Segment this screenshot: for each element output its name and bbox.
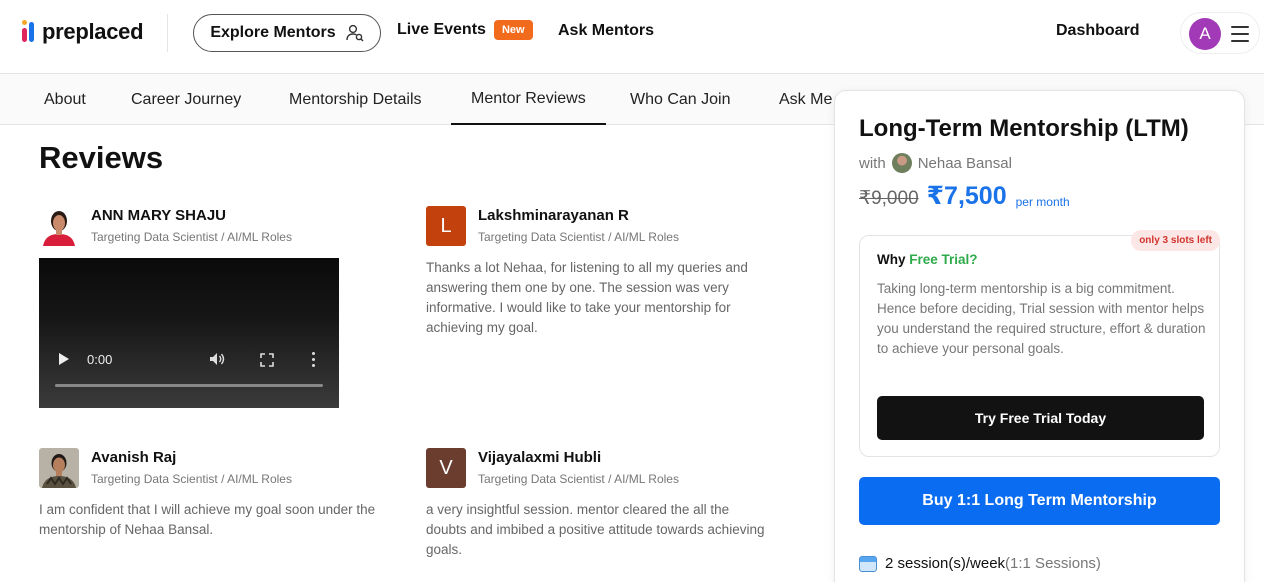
- user-search-icon: [345, 24, 364, 42]
- new-badge: New: [493, 20, 533, 40]
- buy-mentorship-button[interactable]: Buy 1:1 Long Term Mentorship: [859, 477, 1220, 525]
- tab-who-can-join[interactable]: Who Can Join: [610, 74, 751, 125]
- price-period: per month: [1015, 195, 1070, 209]
- hamburger-menu-icon: [1231, 26, 1249, 42]
- reviewer-avatar: L: [426, 206, 466, 246]
- price-row: ₹9,000 ₹7,500 per month: [859, 181, 1070, 211]
- review-text: I am confident that I will achieve my go…: [39, 502, 376, 537]
- review-text: Thanks a lot Nehaa, for listening to all…: [426, 260, 748, 335]
- sessions-info: 2 session(s)/week(1:1 Sessions): [859, 555, 1101, 572]
- reviewer-role: Targeting Data Scientist / AI/ML Roles: [91, 472, 292, 486]
- explore-mentors-button[interactable]: Explore Mentors: [193, 14, 381, 52]
- mentor-byline: with Nehaa Bansal: [859, 153, 1012, 173]
- reviewer-role: Targeting Data Scientist / AI/ML Roles: [478, 230, 679, 244]
- tab-mentorship-details[interactable]: Mentorship Details: [269, 74, 442, 125]
- reviewer-avatar: [39, 448, 79, 488]
- reviews-heading: Reviews: [39, 140, 164, 175]
- live-events-link[interactable]: Live Events New: [397, 20, 533, 40]
- mentor-name[interactable]: Nehaa Bansal: [918, 155, 1012, 172]
- video-time: 0:00: [87, 352, 113, 367]
- reviewer-avatar: V: [426, 448, 466, 488]
- mentor-avatar: [891, 153, 912, 173]
- fullscreen-icon[interactable]: [260, 353, 274, 367]
- review-video-player[interactable]: 0:00: [39, 258, 339, 408]
- ask-mentors-link[interactable]: Ask Mentors: [558, 22, 654, 40]
- review-text: a very insightful session. mentor cleare…: [426, 502, 765, 557]
- free-trial-label: Free Trial?: [909, 252, 978, 267]
- header-divider: [167, 14, 168, 52]
- tab-about[interactable]: About: [24, 74, 106, 125]
- logo-mark-icon: [22, 20, 36, 44]
- play-icon[interactable]: [59, 353, 69, 365]
- logo-text: preplaced: [42, 19, 144, 44]
- video-progress-bar[interactable]: [55, 384, 323, 387]
- sessions-per-week: 2 session(s)/week: [885, 555, 1006, 572]
- sessions-type: (1:1 Sessions): [1005, 555, 1101, 572]
- mentorship-plan-card: Long-Term Mentorship (LTM) with Nehaa Ba…: [834, 90, 1245, 582]
- tab-mentor-reviews[interactable]: Mentor Reviews: [451, 74, 606, 125]
- preplaced-logo[interactable]: preplaced: [22, 18, 144, 46]
- more-options-icon[interactable]: [312, 352, 316, 368]
- plan-title: Long-Term Mentorship (LTM): [859, 115, 1189, 142]
- why-label: Why: [877, 252, 906, 267]
- reviewer-name: Vijayalaxmi Hubli: [478, 449, 602, 466]
- volume-icon[interactable]: [209, 352, 225, 366]
- original-price: ₹9,000: [859, 188, 919, 209]
- reviewer-role: Targeting Data Scientist / AI/ML Roles: [91, 230, 292, 244]
- discounted-price: ₹7,500: [926, 182, 1007, 210]
- reviewer-name: ANN MARY SHAJU: [91, 207, 227, 224]
- reviewer-name: Avanish Raj: [91, 449, 177, 466]
- reviewer-avatar: [39, 206, 79, 246]
- calendar-icon: [859, 555, 877, 572]
- dashboard-link[interactable]: Dashboard: [1056, 22, 1140, 40]
- why-free-trial-heading: Why Free Trial?: [877, 252, 978, 267]
- try-free-trial-button[interactable]: Try Free Trial Today: [877, 396, 1204, 440]
- reviewer-name: Lakshminarayanan R: [478, 207, 629, 224]
- tab-career-journey[interactable]: Career Journey: [111, 74, 261, 125]
- profile-menu-button[interactable]: A: [1180, 12, 1260, 54]
- avatar: A: [1189, 18, 1221, 50]
- free-trial-box: only 3 slots left Why Free Trial? Taking…: [859, 230, 1220, 457]
- with-label: with: [859, 154, 886, 172]
- explore-mentors-label: Explore Mentors: [210, 24, 336, 41]
- live-events-label: Live Events: [397, 21, 486, 38]
- top-header: preplaced Explore Mentors Live Events Ne…: [0, 0, 1264, 74]
- reviewer-role: Targeting Data Scientist / AI/ML Roles: [478, 472, 679, 486]
- free-trial-description: Taking long-term mentorship is a big com…: [877, 281, 1206, 356]
- slots-left-badge: only 3 slots left: [1131, 230, 1220, 251]
